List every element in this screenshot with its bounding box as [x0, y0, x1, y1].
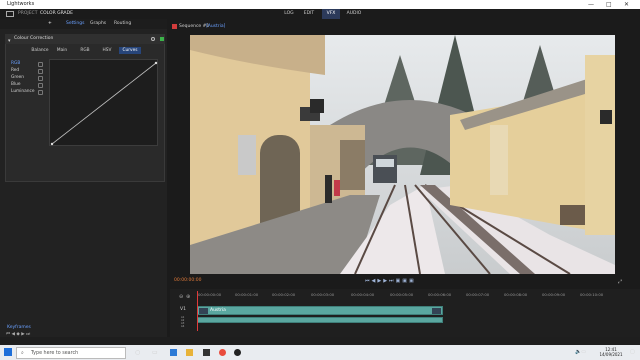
curve-graph[interactable] [49, 59, 158, 146]
zoom-in-icon[interactable]: ⊕ [186, 294, 190, 300]
sequence-header: Sequence #1 [Austria] [172, 22, 372, 31]
app-header: PROJECT COLOR GRADE LOG EDIT VFX AUDIO [0, 9, 640, 19]
tab-hsv[interactable]: HSV [98, 47, 116, 54]
reset-icon[interactable] [38, 90, 43, 95]
tab-settings[interactable]: Settings [66, 19, 84, 29]
system-tray-icons[interactable]: 🔈▭ [575, 349, 586, 355]
video-clip[interactable]: Austria [197, 306, 443, 315]
clip-thumbnail [199, 308, 208, 314]
lightworks-taskbar-icon[interactable] [234, 349, 241, 356]
notification-icon[interactable]: ▢ [630, 349, 635, 355]
channel-luminance[interactable]: Luminance [11, 89, 35, 94]
effects-subtabs: + Settings Graphs Routing [0, 19, 167, 29]
add-effect-button[interactable]: + [48, 19, 52, 29]
video-frame[interactable] [190, 35, 615, 274]
ruler-tick: 00:00:03:00 [311, 292, 335, 297]
fullscreen-icon[interactable]: ⤢ [618, 279, 622, 285]
edge-icon[interactable] [170, 349, 177, 356]
channel-rgb[interactable]: RGB [11, 61, 20, 66]
ruler-tick: 00:00:04:00 [351, 292, 375, 297]
ruler-tick: 00:00:06:00 [428, 292, 452, 297]
channel-green[interactable]: Green [11, 75, 24, 80]
ruler-tick: 00:00:08:00 [504, 292, 528, 297]
tab-routing[interactable]: Routing [114, 19, 131, 29]
tab-audio[interactable]: AUDIO [343, 9, 365, 19]
collapse-icon[interactable]: ▾ [8, 36, 11, 46]
store-icon[interactable] [203, 349, 210, 356]
curve-line [50, 61, 158, 146]
taskbar-search[interactable]: ⌕ Type here to search [16, 347, 126, 359]
minimize-button[interactable]: — [588, 0, 594, 9]
window-title-bar: Lightworks — □ ✕ [0, 0, 640, 9]
file-explorer-icon[interactable] [186, 349, 193, 356]
search-placeholder: Type here to search [31, 351, 79, 356]
ruler-tick: 00:00:07:00 [466, 292, 490, 297]
ruler-tick: 00:00:02:00 [272, 292, 296, 297]
chrome-icon[interactable] [219, 349, 226, 356]
tab-balance[interactable]: Balance [29, 47, 51, 54]
gear-icon[interactable] [151, 37, 155, 41]
task-view-icon[interactable]: ▭ [152, 349, 158, 356]
zoom-out-icon[interactable]: ⊖ [179, 294, 183, 300]
tab-log[interactable]: LOG [280, 9, 298, 19]
window-title: Lightworks [7, 1, 35, 7]
channel-red[interactable]: Red [11, 68, 19, 73]
search-icon: ⌕ [21, 351, 24, 356]
timecode-display[interactable]: 00:00:00:00 [174, 278, 201, 283]
close-button[interactable]: ✕ [624, 0, 629, 9]
keyframes-label[interactable]: Keyframes [7, 325, 31, 330]
enable-toggle[interactable] [160, 37, 164, 41]
audio-clip[interactable] [197, 317, 443, 323]
railway-station-image [190, 35, 615, 274]
tab-main[interactable]: Main [53, 47, 71, 54]
maximize-button[interactable]: □ [606, 0, 612, 9]
windows-start-icon[interactable] [4, 348, 12, 356]
colour-correction-header: ▾ Colour Correction [5, 34, 165, 44]
keyframe-controls[interactable]: ⏮ ◀ ◆ ▶ ⏭ [6, 331, 161, 337]
reset-icon[interactable] [38, 83, 43, 88]
audio-track-labels: A1 A2 A3 A4 [181, 316, 189, 328]
reset-icon[interactable] [38, 62, 43, 67]
tab-vfx[interactable]: VFX [322, 9, 340, 19]
clip-label: Austria [210, 308, 226, 313]
ruler-tick: 00:00:01:00 [235, 292, 259, 297]
playhead[interactable] [197, 291, 198, 331]
reset-icon[interactable] [38, 69, 43, 74]
ruler-tick: 00:00:09:00 [542, 292, 566, 297]
tab-rgb[interactable]: RGB [76, 47, 94, 54]
ruler-tick: 00:00:00:00 [198, 292, 222, 297]
project-label: PROJECT [18, 11, 38, 16]
channel-blue[interactable]: Blue [11, 82, 21, 87]
effect-title: Colour Correction [14, 36, 54, 41]
track-label-a4[interactable]: A4 [181, 325, 189, 328]
project-name[interactable]: COLOR GRADE [40, 9, 73, 19]
menu-icon[interactable] [6, 11, 14, 17]
record-icon[interactable] [172, 24, 177, 29]
tab-curves[interactable]: Curves [119, 47, 141, 54]
clip-thumbnail [432, 308, 441, 314]
tab-edit[interactable]: EDIT [300, 9, 318, 19]
timeline-ruler[interactable]: 00:00:00:00 00:00:01:00 00:00:02:00 00:0… [195, 292, 635, 300]
reset-icon[interactable] [38, 76, 43, 81]
clock-date: 14/09/2021 [599, 352, 623, 357]
tab-graphs[interactable]: Graphs [90, 19, 106, 29]
ruler-tick: 00:00:05:00 [390, 292, 414, 297]
cortana-icon[interactable]: ○ [135, 349, 140, 356]
track-label-v1[interactable]: V1 [180, 307, 186, 312]
ruler-tick: 00:00:10:00 [580, 292, 604, 297]
taskbar-clock[interactable]: 12:41 14/09/2021 [596, 347, 626, 357]
sequence-name: Sequence #1 [179, 24, 210, 29]
clip-name: [Austria] [206, 24, 226, 29]
playback-controls[interactable]: ⏮◀▶▶⏭▣▣▣ [365, 278, 445, 285]
